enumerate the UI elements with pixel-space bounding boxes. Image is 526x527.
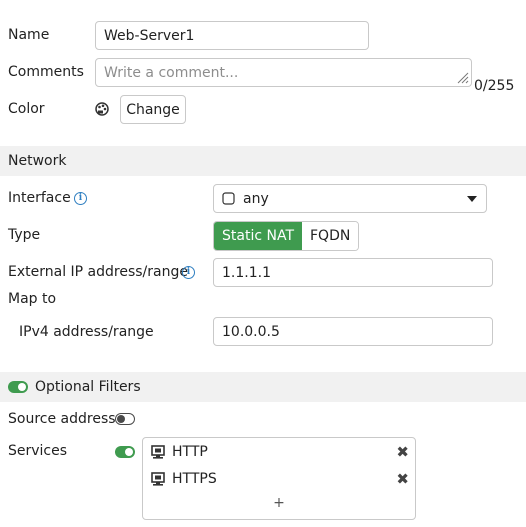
network-section-header: Network xyxy=(0,146,526,176)
interface-square-icon xyxy=(222,192,235,205)
comments-label: Comments xyxy=(8,64,84,80)
type-option-static-nat[interactable]: Static NAT xyxy=(214,222,302,250)
color-change-button[interactable]: Change xyxy=(120,95,186,124)
type-label: Type xyxy=(8,227,41,243)
interface-select[interactable]: any xyxy=(213,184,487,213)
remove-http-icon[interactable]: ✖ xyxy=(396,443,409,461)
name-input-value: Web-Server1 xyxy=(104,27,195,44)
external-ip-input[interactable]: 1.1.1.1 xyxy=(213,258,493,287)
ipv4-input[interactable]: 10.0.0.5 xyxy=(213,317,493,346)
external-ip-value: 1.1.1.1 xyxy=(222,264,271,281)
comments-placeholder: Write a comment... xyxy=(104,64,239,81)
comments-textarea[interactable]: Write a comment... xyxy=(95,58,472,87)
chevron-down-icon xyxy=(467,196,477,202)
service-label: HTTP xyxy=(172,444,208,460)
external-ip-label: External IP address/range xyxy=(8,264,188,280)
type-segmented-control: Static NAT FQDN xyxy=(213,221,360,251)
optional-filters-section-header: Optional Filters xyxy=(0,372,526,402)
services-list: HTTP ✖ HTTPS ✖ + xyxy=(142,437,416,520)
optional-filters-title: Optional Filters xyxy=(35,379,141,395)
name-label: Name xyxy=(8,27,50,43)
service-icon xyxy=(151,472,165,486)
optional-filters-toggle[interactable] xyxy=(8,381,28,393)
map-to-label: Map to xyxy=(8,291,57,307)
interface-select-value: any xyxy=(243,190,269,207)
source-address-toggle[interactable] xyxy=(115,413,135,425)
remove-https-icon[interactable]: ✖ xyxy=(396,470,409,488)
palette-icon xyxy=(95,102,109,116)
service-item-https: HTTPS ✖ xyxy=(151,468,411,490)
services-toggle[interactable] xyxy=(115,446,135,458)
services-label: Services xyxy=(8,443,68,459)
name-input[interactable]: Web-Server1 xyxy=(95,21,369,50)
interface-label: Interface xyxy=(8,190,71,206)
interface-info-icon[interactable]: i xyxy=(74,192,87,205)
network-section-title: Network xyxy=(8,153,67,169)
comments-counter: 0/255 xyxy=(474,78,515,94)
external-ip-info-icon[interactable]: i xyxy=(182,266,195,279)
resize-handle-icon[interactable] xyxy=(457,72,469,84)
source-address-label: Source address xyxy=(8,411,116,427)
ipv4-value: 10.0.0.5 xyxy=(222,323,280,340)
ipv4-label: IPv4 address/range xyxy=(19,324,154,340)
add-service-button[interactable]: + xyxy=(143,495,415,511)
type-option-fqdn[interactable]: FQDN xyxy=(302,222,359,250)
service-label: HTTPS xyxy=(172,471,217,487)
service-icon xyxy=(151,445,165,459)
color-label: Color xyxy=(8,101,45,117)
service-item-http: HTTP ✖ xyxy=(151,441,411,463)
